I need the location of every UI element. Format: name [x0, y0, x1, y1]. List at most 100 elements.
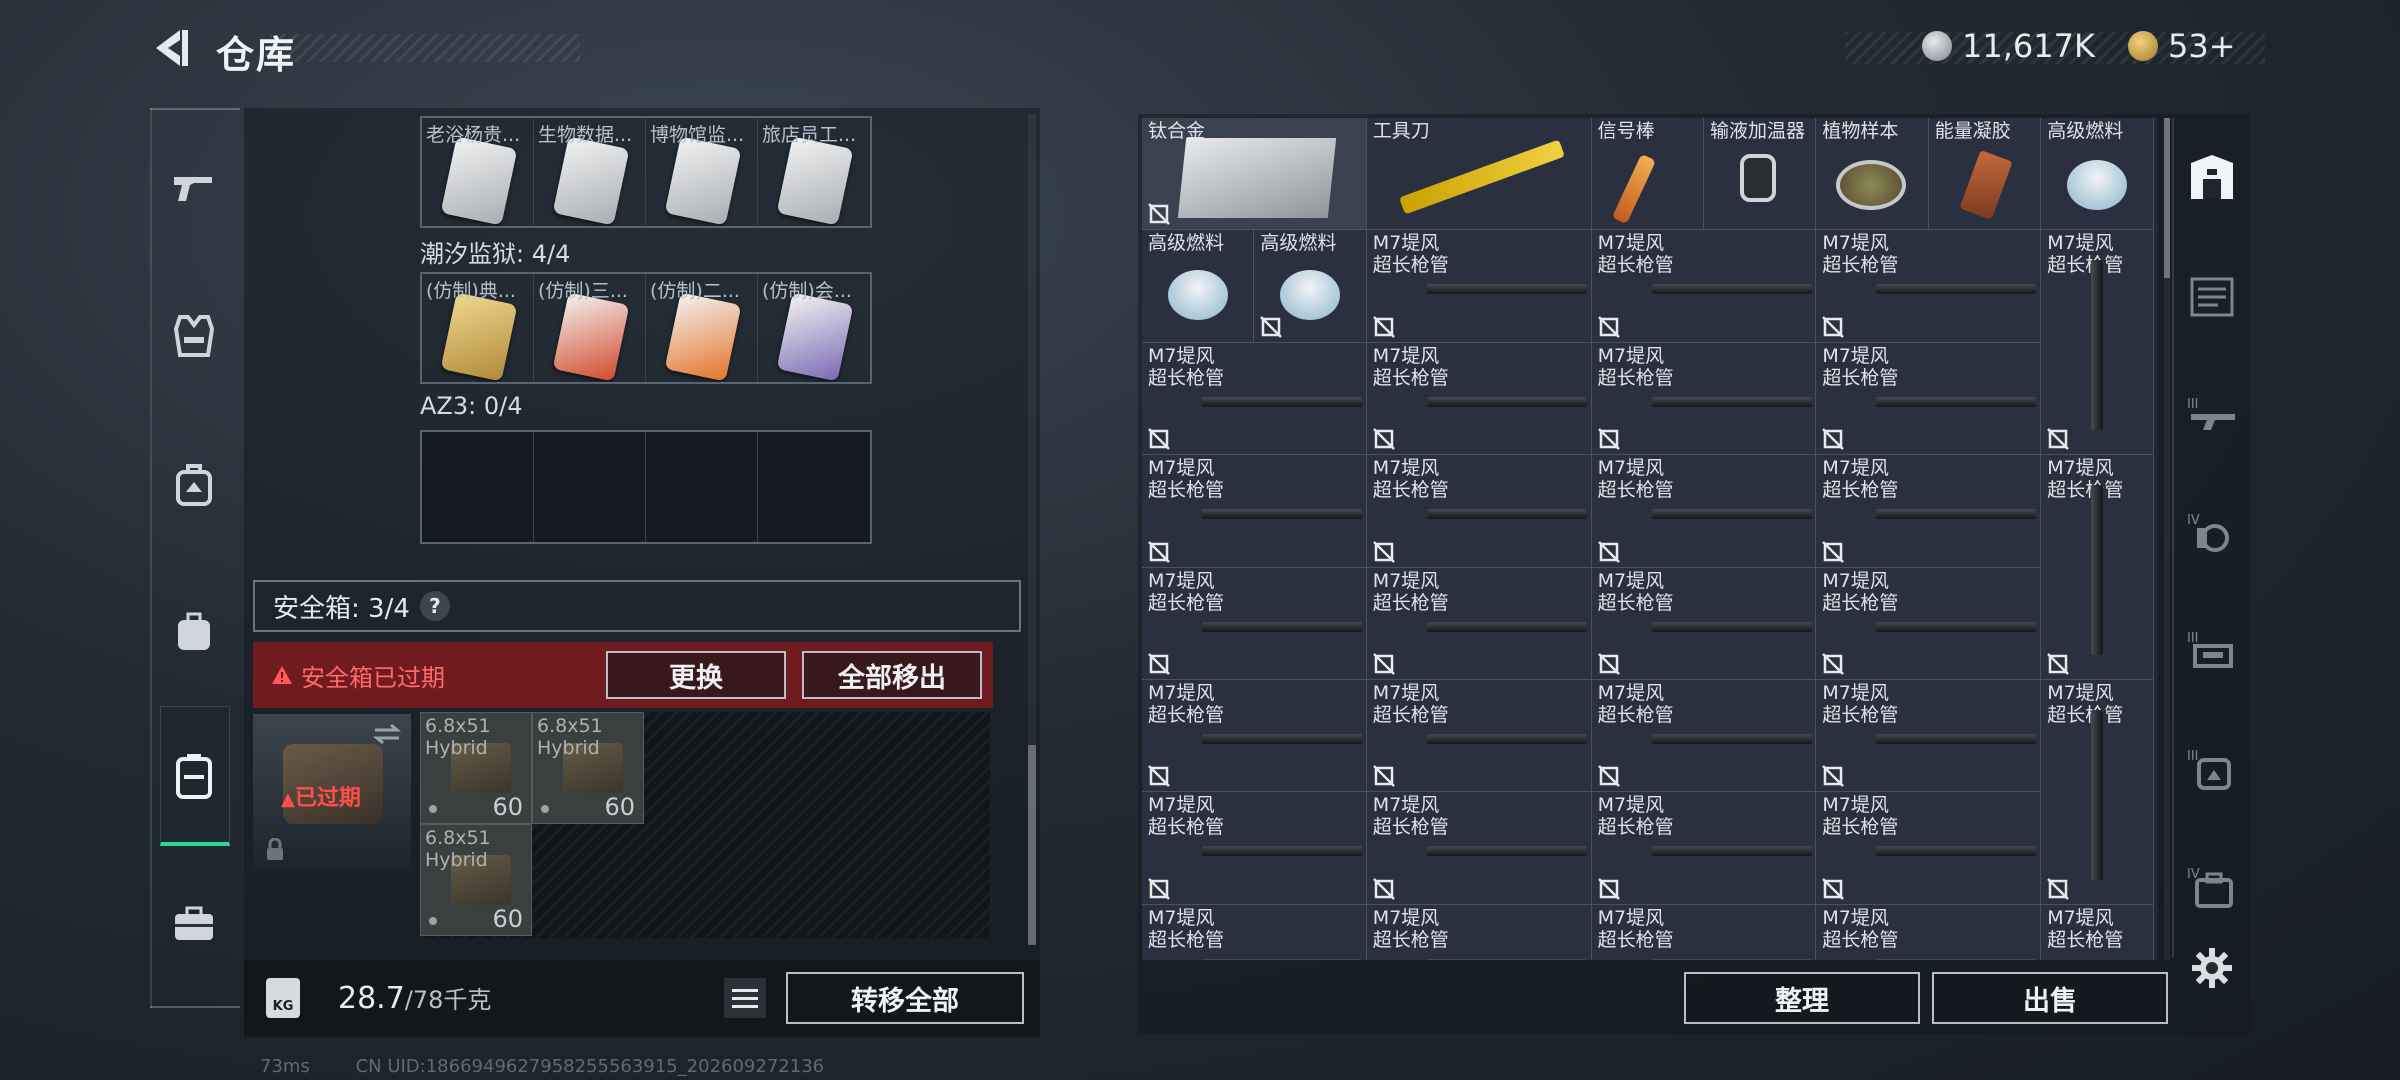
- inventory-item[interactable]: M7堤风 超长枪管: [1591, 567, 1817, 680]
- filter-tier3-backpack-icon[interactable]: III: [2180, 736, 2244, 800]
- keycard-slot[interactable]: (仿制)会...: [758, 274, 870, 382]
- ammo-type: Hybrid: [537, 737, 600, 759]
- filter-tier3-weapon-icon[interactable]: III: [2180, 382, 2244, 446]
- help-icon[interactable]: ?: [419, 591, 450, 621]
- keycard-slot[interactable]: 生物数据...: [534, 118, 646, 226]
- inventory-item[interactable]: M7堤风 超长枪管: [1366, 455, 1592, 568]
- inventory-item[interactable]: 高级燃料: [2041, 118, 2154, 231]
- inventory-item[interactable]: M7堤风 超长枪管: [1591, 230, 1817, 343]
- inventory-item[interactable]: 植物样本: [1816, 118, 1929, 231]
- inventory-item[interactable]: M7堤风 超长枪管: [2041, 455, 2154, 680]
- keycard-slot[interactable]: (仿制)二...: [646, 274, 758, 382]
- no-sell-icon: [1260, 315, 1283, 338]
- inventory-item[interactable]: M7堤风 超长枪管: [1366, 342, 1592, 456]
- keycard-label: 博物馆监...: [650, 124, 745, 146]
- empty-slot[interactable]: [422, 432, 534, 542]
- replace-button[interactable]: 更换: [606, 651, 786, 699]
- keycard-slot[interactable]: (仿制)典...: [422, 274, 534, 382]
- inventory-item[interactable]: M7堤风 超长枪管: [1816, 792, 2042, 905]
- list-view-button[interactable]: [724, 978, 766, 1018]
- inventory-item[interactable]: M7堤风 超长枪管: [1816, 680, 2042, 793]
- filter-tier3-rig-icon[interactable]: III: [2180, 618, 2244, 682]
- inventory-item[interactable]: M7堤风 超长枪管: [1366, 680, 1592, 793]
- inventory-item[interactable]: M7堤风 超长枪管: [1142, 680, 1367, 793]
- keycard-slot[interactable]: 旅店员工...: [758, 118, 870, 226]
- inventory-item[interactable]: M7堤风 超长枪管: [1816, 904, 2042, 960]
- inventory-item[interactable]: M7堤风 超长枪管: [1591, 680, 1817, 793]
- no-sell-icon: [1148, 203, 1170, 226]
- filter-tier4-gear-icon[interactable]: IV: [2180, 500, 2244, 564]
- ammo-item[interactable]: 6.8x51 Hybrid 60: [420, 712, 532, 824]
- back-arrow-icon[interactable]: [150, 26, 190, 70]
- inventory-item[interactable]: 输液加温器: [1704, 118, 1817, 231]
- inventory-scroll-thumb[interactable]: [2164, 118, 2170, 278]
- inventory-item[interactable]: M7堤风 超长枪管: [1142, 567, 1367, 680]
- sell-button[interactable]: 出售: [1932, 972, 2168, 1024]
- nav-backpack-icon[interactable]: [158, 448, 230, 520]
- nav-briefcase-icon[interactable]: [158, 888, 230, 960]
- item-name-line2: 超长枪管: [1148, 816, 1225, 839]
- inventory-item[interactable]: M7堤风 超长枪管: [1816, 455, 2042, 568]
- nav-armor-icon[interactable]: [158, 300, 230, 372]
- settings-gear-icon[interactable]: [2188, 944, 2236, 992]
- ammo-item[interactable]: 6.8x51 Hybrid 60: [532, 712, 644, 824]
- inventory-item[interactable]: M7堤风 超长枪管: [1366, 567, 1592, 680]
- nav-rig-icon[interactable]: [158, 596, 230, 668]
- keycard-art: [440, 292, 518, 382]
- weight-readout: 28.7/78千克: [338, 980, 491, 1016]
- inventory-item[interactable]: M7堤风 超长枪管: [1591, 792, 1817, 905]
- safe-box-grid: 6.8x51 Hybrid 60 6.8x51 Hybrid 60 6.8x51 Hy…: [420, 712, 990, 938]
- empty-slot[interactable]: [534, 432, 646, 542]
- filter-all-icon[interactable]: [2180, 146, 2244, 210]
- expired-tag-text: 已过期: [294, 786, 361, 811]
- inventory-item[interactable]: M7堤风 超长枪管: [1366, 904, 1592, 960]
- item-name-line2: 超长枪管: [1597, 254, 1674, 277]
- inventory-item[interactable]: 钛合金: [1142, 118, 1367, 231]
- empty-slot[interactable]: [646, 432, 758, 542]
- ammo-item[interactable]: 6.8x51 Hybrid 60: [420, 824, 532, 936]
- nav-weapons-icon[interactable]: [158, 152, 230, 224]
- keycard-label: (仿制)三...: [538, 280, 628, 302]
- gun-barrel-art: [1651, 734, 1812, 744]
- inventory-item[interactable]: M7堤风 超长枪管: [1142, 904, 1367, 960]
- inventory-item[interactable]: M7堤风 超长枪管: [2041, 904, 2154, 960]
- inventory-item[interactable]: M7堤风 超长枪管: [1591, 904, 1817, 960]
- inventory-item[interactable]: M7堤风 超长枪管: [1142, 792, 1367, 905]
- inventory-item[interactable]: 信号棒: [1591, 118, 1704, 231]
- item-label: M7堤风 超长枪管: [1822, 232, 1898, 276]
- remove-all-button[interactable]: 全部移出: [802, 651, 982, 699]
- item-label: M7堤风 超长枪管: [1822, 682, 1898, 726]
- inventory-item[interactable]: M7堤风 超长枪管: [2041, 230, 2154, 456]
- safe-case-slot[interactable]: ▲已过期: [253, 714, 411, 870]
- inventory-item[interactable]: M7堤风 超长枪管: [1366, 792, 1592, 905]
- inventory-item[interactable]: M7堤风 超长枪管: [1816, 342, 2042, 456]
- inventory-item[interactable]: 工具刀: [1366, 118, 1592, 231]
- nav-safe-case-icon[interactable]: [158, 740, 230, 812]
- item-name: M7堤风: [1372, 569, 1440, 592]
- keycard-slot[interactable]: (仿制)三...: [534, 274, 646, 382]
- inventory-item[interactable]: 能量凝胶: [1928, 118, 2042, 231]
- keycard-slot[interactable]: 老浴杨贵...: [422, 118, 534, 226]
- keycard-slot[interactable]: 博物馆监...: [646, 118, 758, 226]
- swap-icon[interactable]: [371, 722, 403, 746]
- sort-button[interactable]: 整理: [1684, 972, 1920, 1024]
- currency-a: 11,617K: [1922, 26, 2095, 66]
- keycard-art: [776, 292, 854, 382]
- section-label-tidal-prison: 潮汐监狱: 4/4: [420, 240, 571, 268]
- inventory-item[interactable]: M7堤风 超长枪管: [1366, 230, 1592, 343]
- left-scroll-thumb[interactable]: [1028, 745, 1036, 945]
- empty-slot[interactable]: [758, 432, 870, 542]
- inventory-item[interactable]: 高级燃料: [1142, 230, 1255, 343]
- inventory-item[interactable]: M7堤风 超长枪管: [1142, 342, 1367, 456]
- inventory-item[interactable]: M7堤风 超长枪管: [1816, 567, 2042, 680]
- currency-b[interactable]: 53+: [2128, 26, 2236, 66]
- inventory-item[interactable]: 高级燃料: [1254, 230, 1367, 343]
- inventory-item[interactable]: M7堤风 超长枪管: [1816, 230, 2042, 343]
- filter-tier4-case-icon[interactable]: IV: [2180, 854, 2244, 918]
- filter-documents-icon[interactable]: [2180, 264, 2244, 328]
- inventory-item[interactable]: M7堤风 超长枪管: [1591, 342, 1817, 456]
- inventory-item[interactable]: M7堤风 超长枪管: [2041, 680, 2154, 905]
- transfer-all-button[interactable]: 转移全部: [786, 972, 1024, 1024]
- inventory-item[interactable]: M7堤风 超长枪管: [1142, 455, 1367, 568]
- inventory-item[interactable]: M7堤风 超长枪管: [1591, 455, 1817, 568]
